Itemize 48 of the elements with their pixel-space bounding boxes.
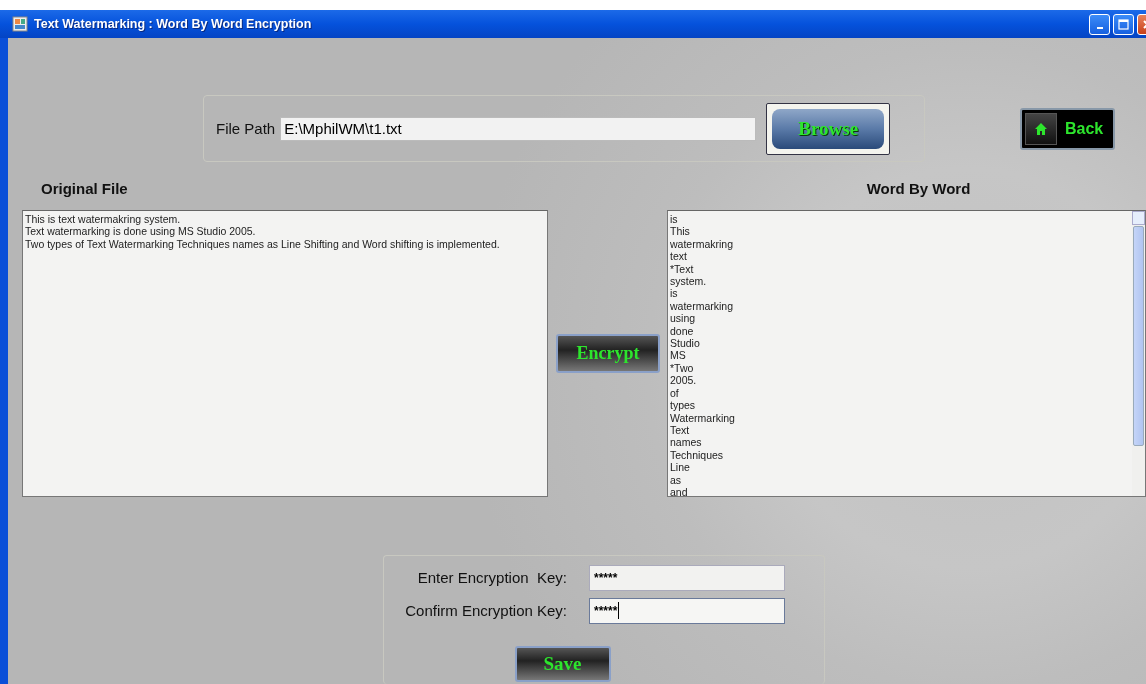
word-line: Line: [670, 461, 691, 474]
minimize-icon: [1096, 27, 1103, 29]
file-path-field[interactable]: E:\MphilWM\t1.txt: [280, 116, 757, 141]
key-field[interactable]: *****: [589, 564, 785, 591]
word-line: MS: [670, 349, 687, 362]
word-line: text: [670, 250, 688, 263]
word-line: *Two: [670, 361, 695, 375]
encrypt-button[interactable]: Encrypt: [556, 334, 660, 373]
word-line: watermarking: [670, 299, 735, 313]
key-field[interactable]: *****: [589, 597, 785, 624]
word-line: using: [670, 312, 697, 325]
word-line: types: [670, 399, 697, 412]
word-line: done: [670, 324, 695, 338]
word-line: 2005.: [670, 374, 698, 387]
maximize-icon: [1118, 18, 1129, 30]
original-text-area[interactable]: This is text watermakring system. Text watermarking is done using MS Studio 2005. Two types of Text Watermarking Techniques names as Line Shifting and Word shifting is implemented.: [22, 210, 548, 497]
save-button[interactable]: Save: [514, 646, 611, 682]
word-line: Techniques: [670, 448, 725, 462]
field-label: Confirm Encryption Key:: [404, 602, 568, 619]
word-line: Watermarking: [670, 411, 736, 424]
word-line: is: [670, 287, 679, 300]
text-line: This is text watermakring system.: [25, 213, 182, 226]
scrollbar[interactable]: [1132, 211, 1145, 496]
window-title: Text Watermarking : Word By Word Encryption: [34, 17, 313, 31]
word-line: of: [670, 386, 680, 400]
word-line: watermakring: [670, 237, 735, 251]
field-label: Enter Encryption Key:: [416, 569, 568, 586]
text-caret: [618, 602, 620, 619]
word-list-area[interactable]: is This watermakring text *Text system. is watermarking using done Studio MS *Two 2005. of types Watermarking Text names Techniques Line as and: [667, 210, 1146, 497]
word-line: and: [670, 485, 689, 496]
back-button[interactable]: Back: [1020, 107, 1115, 150]
word-line: *Text: [670, 262, 695, 276]
word-line: This: [670, 225, 691, 238]
word-line: as: [670, 473, 683, 486]
word-by-word-heading: Word By Word: [866, 180, 971, 197]
app-icon: [12, 16, 28, 32]
word-line: names: [670, 436, 703, 449]
word-line: Studio: [670, 337, 701, 350]
word-line: Text: [670, 423, 690, 437]
word-line: system.: [670, 275, 708, 288]
maximize-button[interactable]: [1113, 13, 1134, 35]
file-path-label: File Path: [216, 120, 276, 137]
word-line: is: [670, 213, 679, 226]
original-file-heading: Original File: [41, 180, 128, 197]
text-line: Two types of Text Watermarking Techniques names as Line Shifting and Word shifting is implemented.: [25, 237, 501, 251]
home-icon: [1034, 121, 1048, 136]
text-line: Text watermarking is done using MS Studio 2005.: [25, 225, 257, 238]
minimize-button[interactable]: [1089, 13, 1110, 35]
